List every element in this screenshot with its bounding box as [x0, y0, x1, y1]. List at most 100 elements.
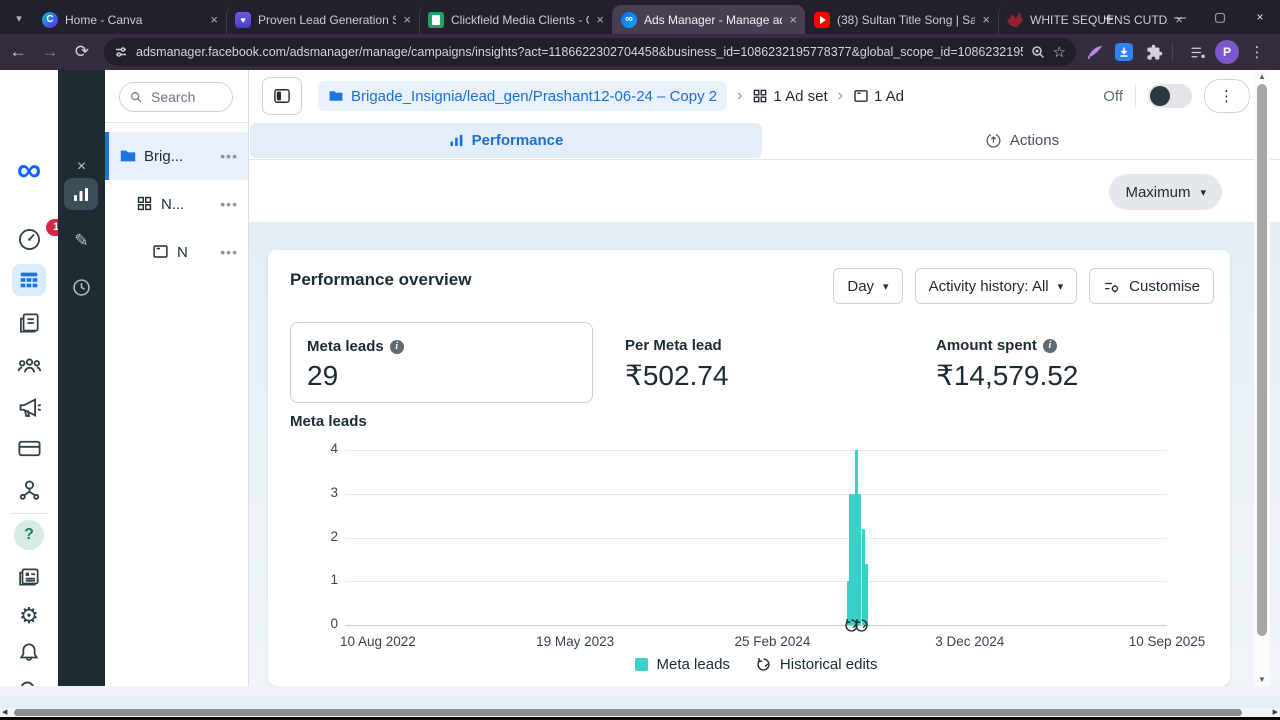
historical-edit-icon[interactable] — [854, 618, 869, 633]
tab-close-icon[interactable]: × — [596, 12, 604, 27]
tree-search-box[interactable] — [119, 82, 233, 112]
browser-tab[interactable]: Proven Lead Generation St× — [226, 5, 419, 34]
item-options-icon[interactable]: ••• — [220, 244, 248, 260]
browser-tab[interactable]: Home - Canva× — [33, 5, 226, 34]
reading-list-icon[interactable] — [1185, 40, 1209, 64]
site-info-icon[interactable] — [114, 45, 128, 59]
browser-tab[interactable]: Clickfield Media Clients - G × — [419, 5, 612, 34]
scroll-right-arrow[interactable]: ▶ — [1273, 708, 1278, 717]
info-icon[interactable]: i — [1043, 339, 1057, 353]
tree-item-ad[interactable]: N••• — [105, 228, 248, 276]
chart-title: Meta leads — [290, 413, 367, 430]
tab-performance[interactable]: Performance — [250, 123, 762, 158]
x-tick-label: 10 Aug 2022 — [340, 634, 416, 649]
scroll-up-arrow[interactable]: ▲ — [1254, 72, 1270, 81]
item-options-icon[interactable]: ••• — [220, 148, 248, 164]
scroll-left-arrow[interactable]: ◀ — [2, 708, 7, 717]
notifications-bell-item[interactable] — [0, 638, 58, 668]
ads-reporting-item[interactable] — [0, 308, 58, 338]
settings-gear-item[interactable]: ⚙ — [0, 601, 58, 631]
horizontal-scrollbar[interactable]: ◀ ▶ — [0, 708, 1280, 717]
profile-avatar[interactable]: P — [1215, 40, 1239, 64]
tab-title: Clickfield Media Clients - G — [451, 13, 589, 27]
breadcrumb-adset[interactable]: 1 Ad set — [752, 88, 827, 105]
tab-actions[interactable]: Actions — [766, 123, 1278, 158]
activity-history-dropdown[interactable]: Activity history: All ▾ — [915, 268, 1078, 304]
tree-item-label: Brig... — [144, 148, 213, 165]
window-minimize-button[interactable]: — — [1160, 0, 1200, 34]
edit-pencil-icon[interactable]: ✎ — [58, 230, 105, 252]
extension-feather-icon[interactable] — [1082, 40, 1106, 64]
adset-icon — [136, 195, 154, 213]
advertise-megaphone-item[interactable] — [0, 392, 58, 422]
search-icon — [129, 90, 143, 104]
business-settings-item[interactable] — [0, 474, 58, 504]
browser-menu-icon[interactable]: ⋮ — [1245, 40, 1269, 64]
tree-item-campaign[interactable]: Brig... ••• — [105, 132, 248, 180]
chart-plot[interactable] — [345, 450, 1167, 625]
collapse-sidebar-button[interactable] — [262, 77, 302, 115]
sheets-favicon — [428, 12, 444, 28]
meta-leads-bar[interactable] — [865, 564, 868, 625]
day-dropdown[interactable]: Day ▾ — [833, 268, 902, 304]
tab-close-icon[interactable]: × — [210, 12, 218, 27]
campaign-status-toggle[interactable] — [1148, 84, 1192, 108]
bookmark-star-icon[interactable]: ☆ — [1053, 43, 1066, 61]
new-tab-button[interactable]: + — [1096, 7, 1122, 31]
audiences-item[interactable] — [0, 350, 58, 380]
more-options-button[interactable]: ⋮ — [1204, 79, 1250, 113]
tab-close-icon[interactable]: × — [982, 12, 990, 27]
campaigns-item-selected[interactable] — [12, 264, 46, 296]
billing-item[interactable] — [0, 434, 58, 462]
extensions-puzzle-icon[interactable] — [1142, 40, 1166, 64]
browser-toolbar: ← → ⟳ adsmanager.facebook.com/adsmanager… — [0, 34, 1280, 70]
bar-chart-icon — [72, 185, 90, 203]
youtube-favicon — [814, 12, 830, 28]
activity-label: Activity history: All — [929, 278, 1049, 295]
history-clock-icon[interactable] — [58, 275, 105, 299]
historical-edits-icon — [756, 657, 771, 672]
address-bar[interactable]: adsmanager.facebook.com/adsmanager/manag… — [104, 38, 1076, 66]
tree-item-adset[interactable]: N...••• — [105, 180, 248, 228]
header-divider — [1135, 85, 1136, 107]
overview-controls: Day ▾ Activity history: All ▾ Customise — [833, 268, 1214, 304]
meta-leads-bar[interactable] — [858, 494, 861, 625]
item-options-icon[interactable]: ••• — [220, 196, 248, 212]
window-close-button[interactable]: × — [1240, 0, 1280, 34]
horizontal-scroll-thumb[interactable] — [14, 709, 1242, 716]
reload-button[interactable]: ⟳ — [68, 38, 96, 66]
vertical-scroll-thumb[interactable] — [1257, 84, 1267, 636]
tree-search-input[interactable] — [149, 88, 223, 106]
scroll-down-arrow[interactable]: ▼ — [1254, 675, 1270, 684]
info-icon[interactable]: i — [390, 340, 404, 354]
tab-close-icon[interactable]: × — [403, 12, 411, 27]
news-item[interactable] — [0, 562, 58, 592]
back-button[interactable]: ← — [4, 38, 32, 66]
day-label: Day — [847, 278, 874, 295]
maximum-dropdown[interactable]: Maximum ▾ — [1109, 174, 1222, 210]
metric-label-text: Per Meta lead — [625, 337, 722, 354]
browser-tab[interactable]: Ads Manager - Manage ad× — [612, 5, 805, 34]
help-item[interactable]: ? — [0, 520, 58, 550]
proven-favicon — [235, 12, 251, 28]
meta-logo[interactable]: ∞ — [0, 156, 58, 184]
customise-button[interactable]: Customise — [1089, 268, 1214, 304]
breadcrumb-campaign-chip[interactable]: Brigade_Insignia/lead_gen/Prashant12-06-… — [318, 81, 727, 111]
metric-meta-leads[interactable]: Meta leadsi29 — [290, 322, 593, 403]
campaign-tree-panel: Brig...•••N...•••N••• — [105, 70, 249, 686]
browser-tab[interactable]: (38) Sultan Title Song | Sal× — [805, 5, 998, 34]
tab-search-button[interactable]: ▾ — [8, 8, 30, 28]
vertical-scrollbar[interactable]: ▲ ▼ — [1254, 70, 1270, 686]
breadcrumb-ad[interactable]: 1 Ad — [853, 88, 904, 105]
extension-download-icon[interactable] — [1112, 40, 1136, 64]
window-maximize-button[interactable]: ▢ — [1200, 0, 1240, 34]
charts-tool-selected[interactable] — [64, 178, 98, 210]
forward-button[interactable]: → — [36, 38, 64, 66]
close-panel-icon[interactable]: × — [58, 156, 105, 178]
help-icon: ? — [14, 520, 44, 550]
tab-close-icon[interactable]: × — [789, 12, 797, 27]
zoom-page-icon[interactable] — [1031, 45, 1045, 59]
account-overview-item[interactable]: 1 — [0, 224, 58, 254]
view-tabs: Performance Actions — [248, 122, 1280, 160]
legend-item: Meta leads — [635, 656, 730, 673]
